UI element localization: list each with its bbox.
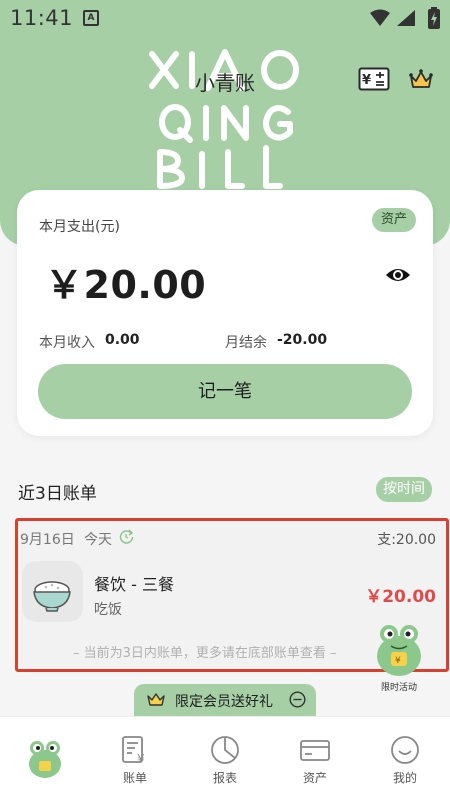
status-bar: 11:41 A xyxy=(0,0,450,36)
crown-icon[interactable] xyxy=(408,68,434,90)
nav-label-reports: 报表 xyxy=(212,771,237,785)
member-gift-banner[interactable]: 限定会员送好礼 xyxy=(134,684,316,716)
assets-button[interactable]: 资产 xyxy=(371,208,416,232)
collapse-icon[interactable] xyxy=(289,691,306,708)
crown-icon xyxy=(147,693,165,706)
eye-icon[interactable] xyxy=(385,266,411,284)
signal-icon xyxy=(397,10,415,26)
xiaoqing-bill-decoration xyxy=(149,49,299,189)
bottom-navigation: ¥ 账单 报表 资产 我的 xyxy=(0,716,450,800)
monthly-balance-label: 月结余 xyxy=(225,335,267,351)
nav-label-bills: 账单 xyxy=(122,771,147,785)
card-icon xyxy=(300,740,330,761)
bill-day-total: 支:20.00 xyxy=(377,532,436,548)
a-notification-icon: A xyxy=(83,10,99,26)
member-gift-text: 限定会员送好礼 xyxy=(175,694,273,710)
monthly-summary-card: 本月支出(元) 资产 ￥20.00 本月收入 0.00 月结余 -20.00 记… xyxy=(17,190,433,436)
bill-day-weekday: 今天 xyxy=(84,532,112,548)
recent-bills-title: 近3日账单 xyxy=(18,484,97,504)
nav-item-home[interactable] xyxy=(0,717,90,800)
sort-by-time-button[interactable]: 按时间 xyxy=(376,477,432,502)
frog-home-icon xyxy=(29,741,61,778)
monthly-income-label: 本月收入 xyxy=(39,335,95,351)
monthly-income-value: 0.00 xyxy=(105,332,140,348)
refresh-icon xyxy=(119,529,134,544)
limited-activity-frog-icon[interactable]: ¥ xyxy=(375,622,423,678)
bill-category: 餐饮 - 三餐 xyxy=(94,575,174,594)
svg-text:¥: ¥ xyxy=(395,656,401,666)
bill-day-date: 9月16日 xyxy=(20,532,75,548)
nav-item-reports[interactable]: 报表 xyxy=(180,717,270,800)
rice-bowl-icon xyxy=(22,561,83,622)
bill-icon: ¥ xyxy=(122,736,145,765)
smile-icon xyxy=(391,736,419,764)
nav-label-assets: 资产 xyxy=(302,771,327,785)
calculator-icon[interactable]: ¥ xyxy=(358,67,390,91)
nav-item-profile[interactable]: 我的 xyxy=(360,717,450,800)
monthly-expense-label: 本月支出(元) xyxy=(39,219,120,235)
battery-charging-icon xyxy=(428,7,440,29)
nav-item-bills[interactable]: ¥ 账单 xyxy=(90,717,180,800)
nav-label-profile: 我的 xyxy=(392,771,417,785)
bill-note: 吃饭 xyxy=(94,602,122,618)
pie-chart-icon xyxy=(211,736,239,764)
svg-text:¥: ¥ xyxy=(362,73,371,88)
svg-text:¥: ¥ xyxy=(137,752,145,765)
monthly-expense-amount: ￥20.00 xyxy=(45,263,207,307)
recent-bills-hint: – 当前为3日内账单，更多请在底部账单查看 – xyxy=(73,646,337,661)
record-entry-button[interactable]: 记一笔 xyxy=(38,364,412,419)
wifi-icon xyxy=(370,9,390,26)
bill-amount: ￥20.00 xyxy=(365,587,436,607)
nav-item-assets[interactable]: 资产 xyxy=(270,717,360,800)
limited-activity-label[interactable]: 限时活动 xyxy=(376,680,422,693)
status-time: 11:41 xyxy=(10,6,74,30)
monthly-balance-value: -20.00 xyxy=(277,332,328,348)
